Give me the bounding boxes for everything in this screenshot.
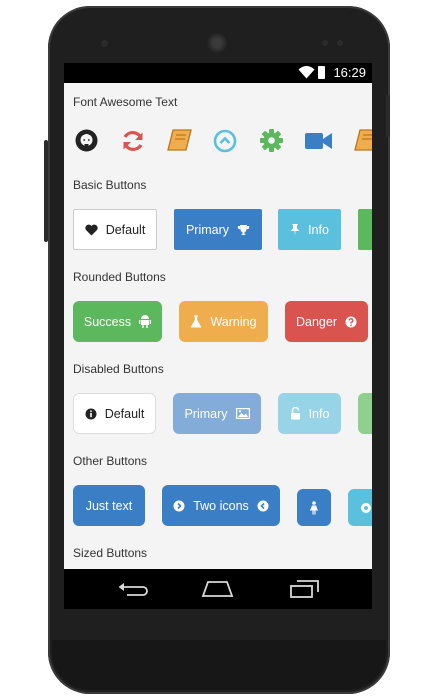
primary-button-disabled[interactable]: Primary xyxy=(173,393,261,434)
female-icon-button[interactable] xyxy=(297,489,331,526)
gear-icon xyxy=(361,502,371,513)
video-camera-icon xyxy=(305,133,332,149)
two-icons-button-label: Two icons xyxy=(193,498,249,513)
warning-button[interactable]: Warning xyxy=(179,301,268,342)
front-camera xyxy=(101,40,108,47)
warning-button-label: Warning xyxy=(210,314,257,329)
success-button-partial[interactable] xyxy=(358,209,372,250)
section-title-basic-buttons: Basic Buttons xyxy=(73,178,147,192)
heart-icon xyxy=(85,224,98,235)
chevron-circle-left-icon xyxy=(257,500,269,511)
gear-icon xyxy=(260,129,283,152)
recent-apps-icon[interactable] xyxy=(288,578,321,599)
section-title-rounded-buttons: Rounded Buttons xyxy=(73,270,166,284)
default-button-disabled-label: Default xyxy=(104,406,145,421)
section-title-sized-buttons: Sized Buttons xyxy=(73,546,148,560)
just-text-button-label: Just text xyxy=(85,498,133,513)
info-button[interactable]: Info xyxy=(278,209,341,250)
earpiece-speaker xyxy=(207,33,227,53)
success-button[interactable]: Success xyxy=(73,301,162,342)
primary-button-disabled-label: Primary xyxy=(184,406,228,421)
navigation-bar xyxy=(64,569,372,609)
chevron-circle-up-icon xyxy=(213,129,237,153)
info-button-disabled[interactable]: Info xyxy=(278,393,341,434)
status-time: 16:29 xyxy=(333,65,366,80)
trophy-icon xyxy=(237,224,250,235)
section-title-font-awesome: Font Awesome Text xyxy=(73,95,178,109)
danger-button[interactable]: Danger xyxy=(285,301,368,342)
just-text-button[interactable]: Just text xyxy=(73,485,145,526)
info-button-disabled-label: Info xyxy=(308,406,330,421)
primary-button[interactable]: Primary xyxy=(174,209,262,250)
home-icon[interactable] xyxy=(201,580,234,598)
female-icon xyxy=(310,500,318,514)
proximity-sensor xyxy=(322,40,328,46)
refresh-icon xyxy=(123,131,143,151)
volume-button xyxy=(44,140,48,242)
power-button xyxy=(386,95,390,137)
two-icons-button[interactable]: Two icons xyxy=(162,485,280,526)
info-circle-icon xyxy=(85,408,97,419)
primary-button-label: Primary xyxy=(185,222,230,237)
default-button[interactable]: Default xyxy=(73,209,157,250)
phone-chin xyxy=(52,640,386,690)
android-icon xyxy=(139,315,152,328)
danger-button-label: Danger xyxy=(296,314,337,329)
chevron-circle-right-icon xyxy=(173,500,185,511)
info-button-label: Info xyxy=(308,222,329,237)
battery-icon xyxy=(318,66,325,79)
section-title-other-buttons: Other Buttons xyxy=(73,454,148,468)
unlock-icon xyxy=(290,407,300,420)
question-circle-icon xyxy=(345,316,357,327)
section-title-disabled-buttons: Disabled Buttons xyxy=(73,362,164,376)
info-icon-button-partial[interactable] xyxy=(348,489,372,526)
book-icon xyxy=(167,129,192,151)
success-button-disabled-partial[interactable] xyxy=(358,393,372,434)
default-button-disabled[interactable]: Default xyxy=(73,393,156,434)
picture-icon xyxy=(235,408,250,419)
book-icon xyxy=(354,129,372,151)
back-icon[interactable] xyxy=(117,581,149,597)
screen: 16:29 Font Awesome Text Basic Buttons De… xyxy=(64,63,372,609)
flask-icon xyxy=(190,315,202,328)
light-sensor xyxy=(337,40,343,46)
wifi-icon xyxy=(298,66,315,79)
pin-icon xyxy=(290,224,300,236)
default-button-label: Default xyxy=(105,222,146,237)
github-icon xyxy=(75,129,98,152)
success-button-label: Success xyxy=(83,314,132,329)
scroll-content[interactable]: Font Awesome Text Basic Buttons Default … xyxy=(64,83,372,569)
status-bar: 16:29 xyxy=(64,63,372,83)
